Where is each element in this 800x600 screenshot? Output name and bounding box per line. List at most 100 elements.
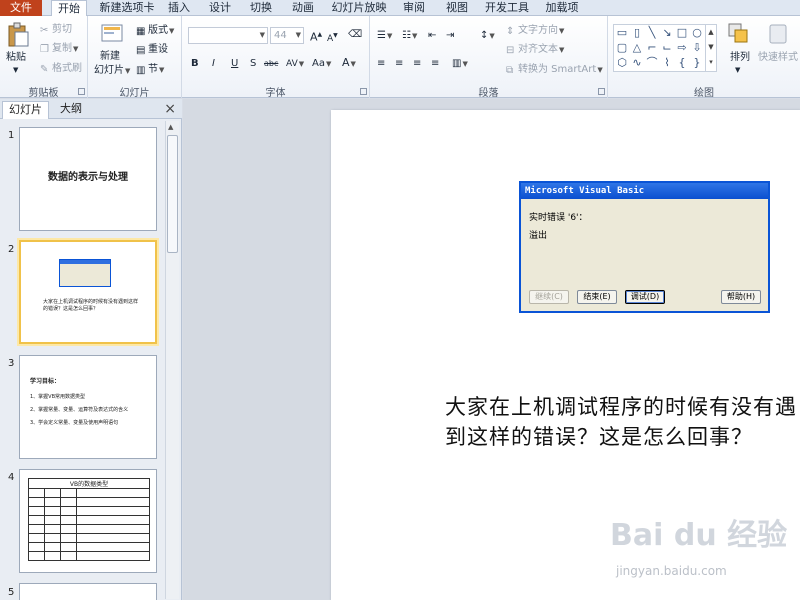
quick-styles-button[interactable]: 快速样式 xyxy=(758,52,798,64)
elbow-arrow-shape-icon[interactable]: ⌙ xyxy=(660,41,674,55)
cut-button[interactable]: ✂ 剪切 xyxy=(40,24,72,36)
arrange-icon[interactable] xyxy=(727,22,751,46)
paste-icon[interactable] xyxy=(6,22,30,48)
slide-number: 3 xyxy=(8,358,15,369)
tab-animations[interactable]: 动画 xyxy=(288,0,318,16)
font-size-combobox[interactable]: 44 ▼ xyxy=(270,27,304,44)
left-brace-shape-icon[interactable]: { xyxy=(675,56,689,70)
text-direction-button[interactable]: ⇕ 文字方向▼ xyxy=(506,25,564,37)
right-arrow-shape-icon[interactable]: ⇨ xyxy=(675,41,689,55)
align-right-icon[interactable]: ≡ xyxy=(413,58,421,70)
char-spacing-button[interactable]: AV▼ xyxy=(286,58,304,70)
slide-pane: 幻灯片 大纲 × 1 数据的表示与处理 2 大家在上机调试程序的时候有没有遇到这… xyxy=(0,99,182,600)
tab-developer[interactable]: 开发工具 xyxy=(484,0,530,16)
help-button: 帮助(H) xyxy=(721,290,761,304)
scroll-up-icon[interactable]: ▲ xyxy=(168,123,173,131)
rectangle-shape-icon[interactable]: □ xyxy=(675,26,689,40)
tab-file[interactable]: 文件 xyxy=(0,0,42,16)
increase-indent-icon[interactable]: ⇥ xyxy=(446,30,454,42)
font-launcher-icon[interactable] xyxy=(360,88,367,95)
triangle-shape-icon[interactable]: △ xyxy=(630,41,644,55)
copy-icon: ❐ xyxy=(40,44,49,55)
align-center-icon[interactable]: ≡ xyxy=(395,58,403,70)
scrollbar-thumb[interactable] xyxy=(167,135,178,253)
align-text-button[interactable]: ⊟ 对齐文本▼ xyxy=(506,44,564,56)
tab-transitions[interactable]: 切换 xyxy=(246,0,276,16)
slide-pane-scrollbar[interactable]: ▲ xyxy=(165,121,179,599)
layout-button[interactable]: ▦ 版式▼ xyxy=(136,25,174,37)
gallery-scroll-icon[interactable]: ▲ ▼ ▾ xyxy=(705,25,716,71)
curve-shape-icon[interactable]: ∿ xyxy=(630,56,644,70)
down-arrow-shape-icon[interactable]: ⇩ xyxy=(690,41,704,55)
slide-thumbnail-1[interactable]: 数据的表示与处理 xyxy=(19,127,157,231)
columns-icon[interactable]: ▥▼ xyxy=(452,58,468,70)
slide-thumbnail-3[interactable]: 学习目标： 1、掌握VB常用数据类型 2、掌握常量、变量、运算符及表达式的含义 … xyxy=(19,355,157,459)
section-button[interactable]: ▥ 节▼ xyxy=(136,64,164,76)
tab-insert[interactable]: 插入 xyxy=(164,0,194,16)
font-name-combobox[interactable]: ▼ xyxy=(188,27,268,44)
smartart-button[interactable]: ⧉ 转换为 SmartArt▼ xyxy=(506,64,603,76)
reset-button[interactable]: ▤ 重设 xyxy=(136,44,168,56)
bullets-icon[interactable]: ☰▼ xyxy=(377,30,392,42)
tab-outline[interactable]: 大纲 xyxy=(54,101,88,119)
tab-slides[interactable]: 幻灯片 xyxy=(2,101,49,119)
arrange-button[interactable]: 排列 xyxy=(730,52,750,64)
tab-design[interactable]: 设计 xyxy=(205,0,235,16)
font-color-button[interactable]: A▼ xyxy=(342,57,356,70)
tab-addins[interactable]: 加载项 xyxy=(542,0,582,16)
tab-home[interactable]: 开始 xyxy=(51,0,87,17)
paragraph-launcher-icon[interactable] xyxy=(598,88,605,95)
justify-icon[interactable]: ≡ xyxy=(431,58,439,70)
line-shape-icon[interactable]: ╲ xyxy=(645,26,659,40)
hexagon-shape-icon[interactable]: ⬡ xyxy=(615,56,629,70)
close-icon[interactable]: × xyxy=(164,101,176,117)
tab-view[interactable]: 视图 xyxy=(442,0,472,16)
paste-dropdown-icon[interactable]: ▼ xyxy=(13,64,18,76)
right-brace-shape-icon[interactable]: } xyxy=(690,56,704,70)
debug-button: 调试(D) xyxy=(625,290,665,304)
shapes-gallery[interactable]: ▭ ▯ ╲ ↘ □ ○ ▢ △ ⌐ ⌙ ⇨ ⇩ ⬡ ∿ ⌒ ⌇ { } ▲ ▼ ▾ xyxy=(613,24,717,72)
paste-button[interactable]: 粘贴 xyxy=(6,52,26,64)
vertical-textbox-shape-icon[interactable]: ▯ xyxy=(630,26,644,40)
numbering-icon[interactable]: ☷▼ xyxy=(402,30,417,42)
shrink-font-button[interactable]: A▼ xyxy=(327,30,338,45)
underline-button[interactable]: U xyxy=(231,58,238,70)
new-slide-button[interactable]: 新建 xyxy=(100,51,120,63)
clear-format-icon[interactable]: ⌫ xyxy=(348,29,362,41)
slide-number: 1 xyxy=(8,130,15,141)
vb-error-dialog-image: Microsoft Visual Basic 实时错误 '6'： 溢出 继续(C… xyxy=(519,181,770,313)
quick-styles-icon[interactable] xyxy=(766,22,790,46)
textbox-shape-icon[interactable]: ▭ xyxy=(615,26,629,40)
decrease-indent-icon[interactable]: ⇤ xyxy=(428,30,436,42)
bold-button[interactable]: B xyxy=(191,58,199,70)
strikethrough-button[interactable]: abc xyxy=(264,58,278,70)
slide-thumbnail-2[interactable]: 大家在上机调试程序的时候有没有遇到这样的错误？这是怎么回事？ xyxy=(19,240,157,344)
oval-shape-icon[interactable]: ○ xyxy=(690,26,704,40)
thumbnail-text: 大家在上机调试程序的时候有没有遇到这样的错误？这是怎么回事？ xyxy=(43,299,139,312)
align-left-icon[interactable]: ≡ xyxy=(377,58,385,70)
arc-shape-icon[interactable]: ⌒ xyxy=(645,56,659,70)
drawing-group-label: 绘图 xyxy=(694,88,714,99)
tab-new-tab[interactable]: 新建选项卡 xyxy=(95,0,159,16)
elbow-connector-shape-icon[interactable]: ⌐ xyxy=(645,41,659,55)
current-slide[interactable]: Microsoft Visual Basic 实时错误 '6'： 溢出 继续(C… xyxy=(331,110,800,600)
arrange-dropdown-icon[interactable]: ▼ xyxy=(735,64,740,76)
copy-button[interactable]: ❐ 复制▼ xyxy=(40,43,78,55)
freeform-shape-icon[interactable]: ⌇ xyxy=(660,56,674,70)
rounded-rect-shape-icon[interactable]: ▢ xyxy=(615,41,629,55)
shadow-button[interactable]: S xyxy=(250,58,256,70)
slide-thumbnail-4[interactable]: VB的数据类型 xyxy=(19,469,157,573)
tab-review[interactable]: 审阅 xyxy=(399,0,429,16)
slide-body-text[interactable]: 大家在上机调试程序的时候有没有遇到这样的错误？这是怎么回事？ xyxy=(445,392,800,452)
format-painter-button[interactable]: ✎ 格式刷 xyxy=(40,63,82,75)
new-slide-icon[interactable] xyxy=(100,22,124,46)
grow-font-button[interactable]: A▲ xyxy=(310,29,322,44)
italic-button[interactable]: I xyxy=(212,58,215,70)
change-case-button[interactable]: Aa▼ xyxy=(312,58,331,70)
arrow-line-shape-icon[interactable]: ↘ xyxy=(660,26,674,40)
slide-thumbnail-5[interactable] xyxy=(19,583,157,600)
clipboard-launcher-icon[interactable] xyxy=(78,88,85,95)
new-slide-dropdown[interactable]: 幻灯片▼ xyxy=(94,65,130,77)
line-spacing-icon[interactable]: ↕▼ xyxy=(480,30,495,42)
tab-slideshow[interactable]: 幻灯片放映 xyxy=(330,0,388,16)
